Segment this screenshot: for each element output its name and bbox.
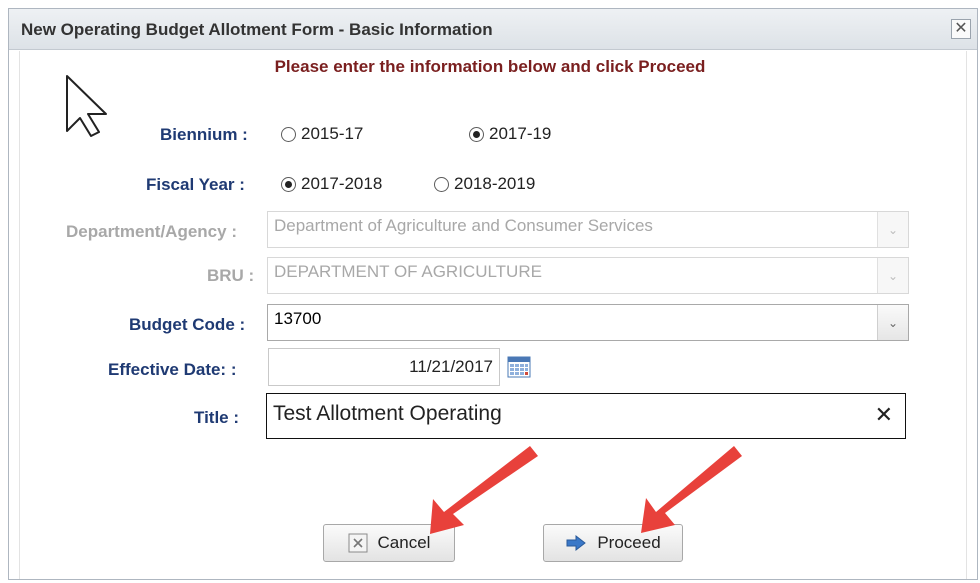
bru-value: DEPARTMENT OF AGRICULTURE: [274, 262, 542, 281]
dialog-title: New Operating Budget Allotment Form - Ba…: [21, 20, 493, 39]
chevron-down-icon: ⌄: [877, 212, 908, 247]
cancel-x-icon: [348, 533, 368, 553]
arrow-right-icon: [565, 534, 587, 552]
biennium-option-2015-17[interactable]: 2015-17: [281, 124, 363, 144]
fiscal-year-option-2018-2019[interactable]: 2018-2019: [434, 174, 535, 194]
cancel-button[interactable]: Cancel: [323, 524, 455, 562]
effective-date-input[interactable]: 11/21/2017: [268, 348, 500, 386]
radio-button-selected[interactable]: [281, 176, 296, 192]
clear-icon[interactable]: ✕: [875, 402, 893, 428]
radio-label: 2018-2019: [454, 174, 536, 193]
bru-label: BRU :: [207, 266, 255, 285]
effective-date-value: 11/21/2017: [409, 357, 493, 376]
budget-code-select[interactable]: 13700 ⌄: [267, 304, 909, 341]
department-value: Department of Agriculture and Consumer S…: [274, 216, 653, 235]
close-button[interactable]: ✕: [951, 19, 971, 39]
proceed-button-label: Proceed: [597, 533, 661, 552]
title-value: Test Allotment Operating: [273, 402, 502, 425]
budget-code-value: 13700: [274, 309, 322, 328]
radio-label: 2017-19: [489, 124, 552, 143]
biennium-option-2017-19[interactable]: 2017-19: [469, 124, 551, 144]
close-icon: ✕: [954, 20, 968, 37]
title-bar: New Operating Budget Allotment Form - Ba…: [9, 9, 977, 50]
radio-label: 2017-2018: [301, 174, 383, 193]
bru-select[interactable]: DEPARTMENT OF AGRICULTURE ⌄: [267, 257, 909, 294]
title-input[interactable]: Test Allotment Operating ✕: [266, 393, 906, 439]
biennium-label: Biennium :: [160, 125, 248, 144]
department-label: Department/Agency :: [66, 222, 237, 241]
fiscal-year-option-2017-2018[interactable]: 2017-2018: [281, 174, 382, 194]
effective-date-label: Effective Date: :: [108, 360, 237, 379]
cancel-button-label: Cancel: [377, 533, 431, 552]
radio-label: 2015-17: [301, 124, 364, 143]
fiscal-year-label: Fiscal Year :: [146, 175, 245, 194]
instruction-text: Please enter the information below and c…: [274, 57, 706, 76]
chevron-down-icon: ⌄: [877, 258, 908, 293]
radio-button[interactable]: [281, 126, 296, 142]
title-label: Title :: [194, 408, 240, 427]
radio-button[interactable]: [434, 176, 449, 192]
budget-code-label: Budget Code :: [129, 315, 246, 334]
calendar-icon[interactable]: [507, 356, 531, 378]
dialog: New Operating Budget Allotment Form - Ba…: [8, 8, 978, 580]
department-select[interactable]: Department of Agriculture and Consumer S…: [267, 211, 909, 248]
proceed-button[interactable]: Proceed: [543, 524, 683, 562]
chevron-down-icon: ⌄: [877, 305, 908, 340]
radio-button-selected[interactable]: [469, 126, 484, 142]
